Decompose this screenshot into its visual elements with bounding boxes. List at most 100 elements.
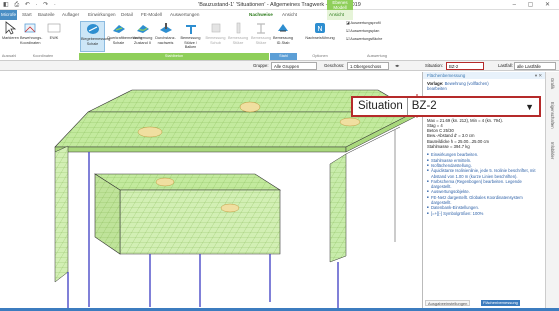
stuetze-icon [236,22,241,34]
chevron-down-icon[interactable]: ▼ [525,102,539,112]
stahl-label: Bemessung Stütze [251,36,272,45]
bemessung-stahl-button[interactable]: Bemessung Stütze [251,21,271,45]
svg-text:N: N [317,25,322,33]
options-bar: Gruppe: Alle Gruppen Geschoss: 1.Oberges… [0,61,559,71]
tab-ausgabeeinstellungen[interactable]: Ausgabeeinstellungen [425,300,471,306]
title-bar: ◧ ⎙ ↶ · ↷ · 'Bauzustand-1' 'Situationen'… [0,0,559,10]
tab-microfe[interactable]: Microfe [0,10,17,20]
nachweisfuehrung-icon: N [315,23,325,33]
panel-header: Flächenbemessung ▾ ✕ [423,72,545,79]
id-stab-icon [278,24,288,32]
group-stahl: Stahl [270,53,297,60]
option-item[interactable]: [=+][-] Symbolgrößen: 100% [427,211,541,217]
context-tab-header: Ebenes Modell [327,0,353,10]
nachweisfuehrung-label: Nachweisführung [305,36,335,40]
geschoss-label: Geschoss: [324,63,345,68]
tab-auflager[interactable]: Auflager [62,12,79,17]
cursor-icon [5,21,17,35]
auswertungsprofil-button[interactable]: ◪ Auswertungsprofil [346,21,406,26]
biegebemessung-schale-button[interactable]: Biegebemessung Schale [80,21,110,52]
querkraft-icon [112,25,125,33]
auswertungsprofil-label: Auswertungsprofil [350,21,381,25]
panel-title: Flächenbemessung [427,73,466,78]
option-item[interactable]: FE-Netz dargestellt. Globales Koordinate… [427,195,541,206]
tab-start[interactable]: Start [22,12,32,17]
tab-nachweise[interactable]: Nachweise [249,12,273,17]
id-stab-label: Bemessung ID-Stab [272,36,294,45]
querkraftbemessung-schale-button[interactable]: Querkraftbemessung Schale [107,21,142,45]
lastfall-select[interactable]: alle Lastfälle [514,62,556,70]
close-icon[interactable]: ▾ ✕ [535,72,542,79]
side-tab-infobilder[interactable]: Infobilder [550,142,555,159]
vorlage-label: Vorlage: [427,81,444,86]
side-tabs: Grafik Eigenschaften Infobilder [545,72,559,308]
bemessung-schub-button[interactable]: Bemessung Schub [205,21,226,45]
bemessung-stuetze-balken-button[interactable]: Bemessung Stütze / Balken [179,21,202,50]
zoom-situation-label: Situation [353,98,408,115]
window-controls[interactable]: – ▢ ✕ [513,1,555,8]
tab-bauteile[interactable]: Bauteile [38,12,55,17]
durchstanz-icon [159,23,172,33]
situation-select[interactable]: BZ-2 [446,62,484,70]
middle-block[interactable] [93,173,282,255]
coordinates-icon [24,23,36,33]
gruppe-label: Gruppe: [253,63,269,68]
verformung-zustand-button[interactable]: Verformung Zustand II [132,21,153,45]
gruppe-select[interactable]: Alle Gruppen [271,62,317,70]
group-stahlbeton: Stahlbeton [79,53,269,60]
zoom-situation-value[interactable]: BZ-2 [408,98,525,115]
side-tab-eigenschaften[interactable]: Eigenschaften [550,102,555,129]
tab-ansicht-context[interactable]: Ansicht [327,10,353,20]
ewk-icon [47,23,61,33]
group-koordinaten: Koordinaten [32,54,54,58]
window-title: 'Bauzustand-1' 'Situationen' - Allgemein… [198,2,361,8]
ribbon-tabs: Microfe Start Bauteile Auflager Einwirku… [0,10,559,20]
nachweisfuehrung-button[interactable]: N Nachweisführung [303,21,337,41]
bewehrungs-koordinaten-button[interactable]: Bewehrungs- Koordinaten [20,21,43,45]
situation-zoom-callout[interactable]: Situation BZ-2 ▼ [351,96,541,117]
biegebemessung-label: Biegebemessung Schale [81,37,111,46]
auswertungsplan-label: Auswertungsplan [350,29,380,33]
tab-auswertungen[interactable]: Auswertungen [170,12,199,17]
auswertungsflaeche-label: Auswertungsfläche [350,37,383,41]
markieren-label: Markieren [2,36,19,40]
panel-tabs: Ausgabeeinstellungen Flächenbemessung [423,300,545,306]
situation-label: Situation: [425,63,443,68]
stuetze-label: Bemessung Stütze [228,36,249,45]
option-item[interactable]: Äquidistante Isolinienlinie, jede 5. Iso… [427,168,541,179]
stuetze-balken-icon [185,25,196,34]
stuetze-balken-label: Bemessung Stütze / Balken [180,36,201,49]
group-optionen: Optionen [312,54,328,58]
ribbon-group-labels: Auswahl Koordinaten Stahlbeton Stahl Opt… [0,53,559,60]
schub-label: Bemessung Schub [205,36,226,45]
verformung-label: Verformung Zustand II [132,36,153,45]
geschoss-select[interactable]: 1.Obergeschoss [347,62,389,70]
durchstanz-label: Durchstanz- nachweis [155,36,176,45]
bemessung-id-stab-button[interactable]: Bemessung ID-Stab [272,21,294,45]
tab-fe-modell[interactable]: FE-Modell [141,12,162,17]
auswertungsplan-button[interactable]: ☑ Auswertungsplan [346,29,406,34]
ribbon: Markieren Bewehrungs- Koordinaten EWK Bi… [0,20,559,61]
option-item[interactable]: Farbschema (Regenbogen) bearbeiten. Lege… [427,179,541,190]
schub-icon [211,23,220,33]
side-tab-grafik[interactable]: Grafik [550,78,555,89]
group-auswertung: Auswertung [366,54,388,58]
ewk-label: EWK [49,36,59,40]
verformung-icon [136,25,149,33]
bemessung-stuetze-button[interactable]: Bemessung Stütze [228,21,248,45]
ewk-button[interactable]: EWK [43,21,65,41]
biegebemessung-icon [86,24,99,34]
geschoss-nav-icon[interactable]: ◂▸ [395,63,399,69]
tab-flaechenbemessung[interactable]: Flächenbemessung [481,300,520,306]
tab-detail[interactable]: Detail [121,12,133,17]
markieren-button[interactable]: Markieren [2,21,19,41]
vorlage-value[interactable]: Bewehrung (vollfächen) [445,81,489,86]
stahl-icon [257,23,265,34]
tab-ansicht[interactable]: Ansicht [282,12,297,17]
group-auswahl: Auswahl [1,54,17,58]
durchstanznachweis-button[interactable]: Durchstanz- nachweis [155,21,176,45]
auswertungsflaeche-button[interactable]: ☑ Auswertungsfläche [346,37,406,42]
bewehrungs-koordinaten-label: Bewehrungs- Koordinaten [20,36,43,45]
tab-einwirkungen[interactable]: Einwirkungen [88,12,116,17]
left-wall[interactable] [54,145,69,283]
